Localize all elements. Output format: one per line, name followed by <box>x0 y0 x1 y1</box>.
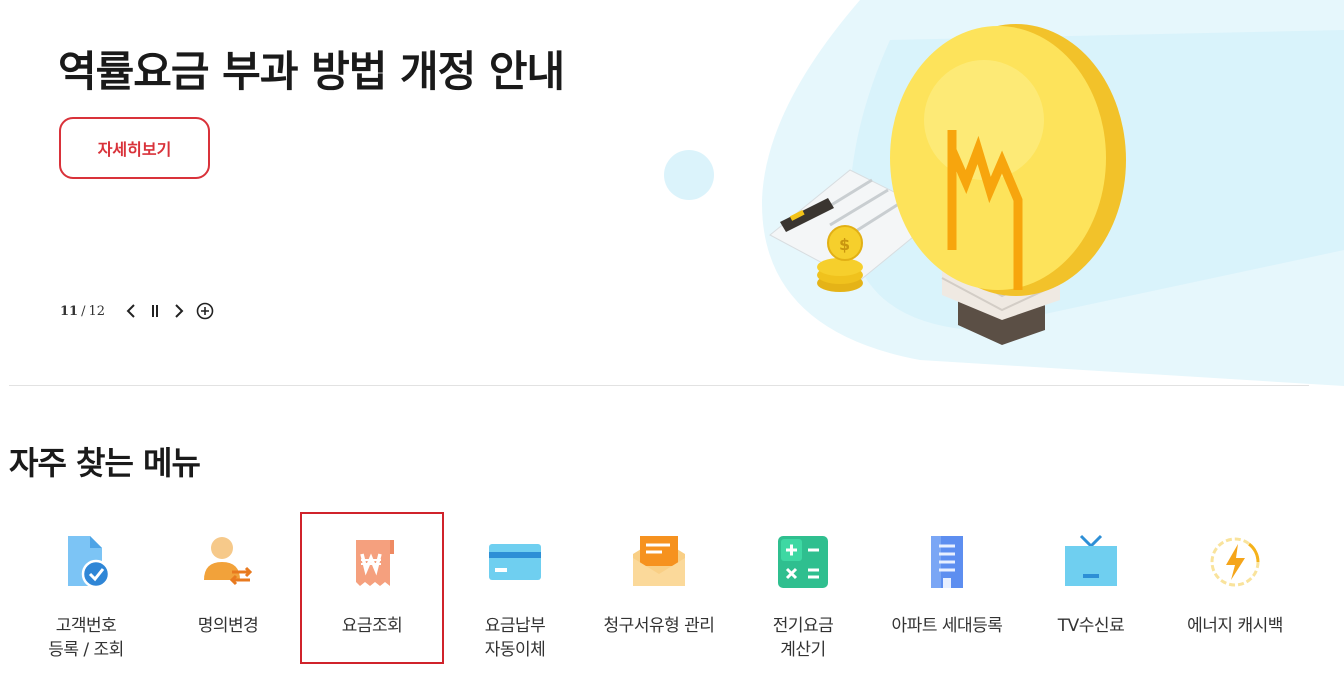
menu-item-bill-calculator[interactable]: 전기요금 계산기 <box>731 512 875 664</box>
tv-icon <box>1065 534 1117 586</box>
menu-item-label: 요금조회 <box>341 616 403 636</box>
pager-total: 12 <box>88 303 106 319</box>
promo-banner: 역률요금 부과 방법 개정 안내 자세히보기 11 / 12 $ <box>0 0 1344 386</box>
menu-item-customer-number[interactable]: 고객번호 등록 / 조회 <box>14 512 158 664</box>
menu-item-energy-cashback[interactable]: 에너지 캐시백 <box>1163 512 1307 664</box>
calculator-icon <box>778 536 828 588</box>
section-divider <box>9 385 1309 386</box>
menu-item-bill-inquiry[interactable]: 요금조회 <box>300 512 444 664</box>
pause-icon <box>152 305 159 317</box>
quick-menu-title: 자주 찾는 메뉴 <box>9 444 201 482</box>
user-transfer-icon <box>204 537 253 586</box>
menu-item-apartment-registration[interactable]: 아파트 세대등록 <box>875 512 1019 664</box>
envelope-bill-icon <box>633 536 685 586</box>
menu-item-label: 전기요금 계산기 <box>772 616 834 660</box>
apartment-building-icon <box>931 536 963 588</box>
chevron-left-icon <box>126 304 135 318</box>
customer-document-check-icon <box>68 536 111 589</box>
banner-pager: 11 / 12 <box>60 300 215 322</box>
menu-item-tv-license-fee[interactable]: TV수신료 <box>1019 512 1163 664</box>
view-details-button[interactable]: 자세히보기 <box>59 117 210 179</box>
menu-item-auto-payment[interactable]: 요금납부 자동이체 <box>443 512 587 664</box>
menu-item-label: 명의변경 <box>197 616 259 636</box>
prev-slide-button[interactable] <box>121 301 141 321</box>
banner-title: 역률요금 부과 방법 개정 안내 <box>58 47 565 96</box>
won-receipt-icon <box>356 540 394 586</box>
plus-circle-icon <box>196 302 214 320</box>
menu-item-label: 아파트 세대등록 <box>891 616 1003 636</box>
view-all-slides-button[interactable] <box>195 301 215 321</box>
svg-text:$: $ <box>839 235 850 254</box>
menu-item-label: 청구서유형 관리 <box>603 616 715 636</box>
next-slide-button[interactable] <box>169 301 189 321</box>
menu-item-bill-type[interactable]: 청구서유형 관리 <box>587 512 731 664</box>
pause-slide-button[interactable] <box>145 301 165 321</box>
pager-current: 11 <box>60 303 79 319</box>
chevron-right-icon <box>175 304 184 318</box>
menu-item-label: 고객번호 등록 / 조회 <box>48 616 124 660</box>
menu-item-label: 에너지 캐시백 <box>1187 616 1283 636</box>
quick-menu-list: 고객번호 등록 / 조회 명의변경 요금조회 요금납부 자동이체 청구서유형 관… <box>0 512 1344 672</box>
credit-card-icon <box>489 544 541 580</box>
menu-item-name-change[interactable]: 명의변경 <box>156 512 300 664</box>
menu-item-label: TV수신료 <box>1057 616 1125 636</box>
pager-separator: / <box>81 303 86 319</box>
menu-item-label: 요금납부 자동이체 <box>484 616 546 660</box>
lightbulb-illustration: $ <box>664 0 1344 386</box>
energy-cashback-icon <box>1210 537 1260 587</box>
